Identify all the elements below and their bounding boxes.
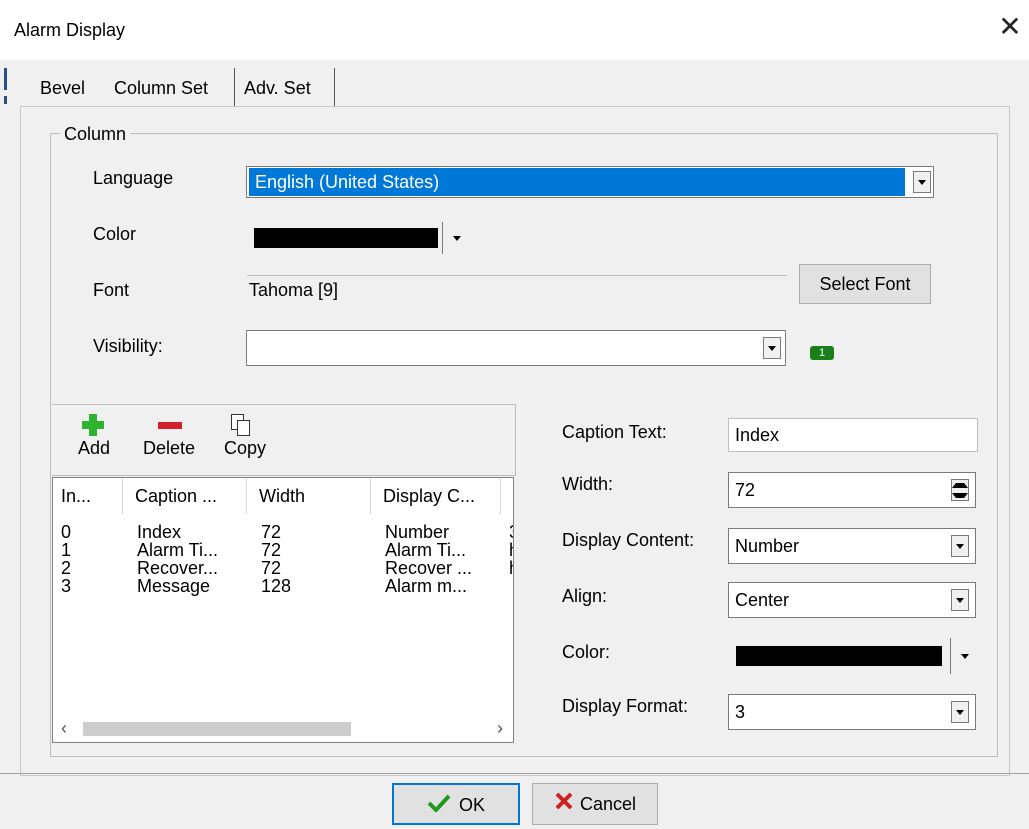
scroll-right-icon[interactable]: › (497, 718, 503, 739)
row-display-format: h (509, 541, 513, 559)
ok-label: OK (458, 795, 485, 815)
delete-label: Delete (142, 438, 196, 458)
check-icon (427, 786, 451, 826)
title-bar (0, 0, 1029, 60)
row-index: 0 (61, 522, 72, 542)
divider (950, 638, 951, 674)
tab-separator (234, 68, 235, 106)
column-header-display-content[interactable]: Display C... (375, 478, 501, 514)
row-width: 72 (261, 558, 282, 578)
visibility-select[interactable] (246, 330, 786, 366)
align-label: Align: (562, 586, 608, 606)
copy-icon (218, 412, 272, 438)
display-content-value: Number (735, 536, 800, 556)
row-width: 72 (261, 540, 282, 560)
divider (0, 773, 1029, 774)
chevron-down-icon[interactable] (956, 644, 974, 668)
display-format-label: Display Format: (562, 696, 689, 716)
display-content-label: Display Content: (562, 530, 695, 550)
column-header-display-format[interactable]: D (505, 478, 513, 514)
copy-label: Copy (223, 438, 267, 458)
add-label: Add (77, 438, 111, 458)
visibility-value (251, 333, 751, 363)
cancel-label: Cancel (579, 794, 637, 814)
spin-buttons[interactable] (951, 479, 969, 501)
copy-button[interactable]: Copy (218, 412, 272, 459)
color-picker[interactable] (246, 220, 468, 256)
caption-text-label: Caption Text: (562, 422, 667, 442)
caption-text-input[interactable]: Index (728, 418, 978, 452)
background-window-edge (0, 60, 12, 390)
chevron-down-icon[interactable] (951, 701, 969, 723)
cancel-button[interactable]: Cancel (532, 783, 658, 825)
tab-column-set[interactable]: Column Set (108, 70, 215, 106)
tab-adv-set[interactable]: Adv. Set (238, 70, 317, 106)
row-display-content: Alarm Ti... (385, 540, 467, 560)
row-caption: Message (137, 576, 211, 596)
scrollbar-thumb[interactable] (83, 722, 351, 736)
column-list[interactable]: In... Caption ... Width Display C... D 0… (52, 477, 514, 743)
row-caption: Recover... (137, 558, 219, 578)
width-label: Width: (562, 474, 614, 494)
row-caption: Index (137, 522, 182, 542)
chevron-down-icon[interactable] (951, 589, 969, 611)
row-display-content: Recover ... (385, 558, 473, 578)
horizontal-scrollbar[interactable]: ‹ › (53, 714, 513, 742)
minus-icon (134, 412, 204, 438)
color-property-label: Color: (562, 642, 611, 662)
language-select[interactable]: English (United States) (246, 166, 934, 198)
row-display-content: Alarm m... (385, 576, 468, 596)
column-header-caption[interactable]: Caption ... (127, 478, 247, 514)
chevron-up-icon[interactable] (952, 480, 968, 490)
row-index: 2 (61, 558, 72, 578)
align-select[interactable]: Center (728, 582, 976, 618)
chevron-down-icon[interactable] (763, 337, 781, 359)
window-title: Alarm Display (14, 20, 126, 40)
language-label: Language (93, 168, 174, 188)
x-icon (554, 785, 574, 825)
visibility-label: Visibility: (93, 336, 163, 356)
column-header-index[interactable]: In... (53, 478, 123, 514)
visibility-badge: 1 (810, 346, 834, 360)
chevron-down-icon[interactable] (913, 171, 931, 193)
ok-button[interactable]: OK (392, 783, 520, 825)
column-toolbar (52, 404, 516, 476)
font-label: Font (93, 280, 130, 300)
row-display-format: 3 (509, 523, 513, 541)
row-index: 3 (61, 576, 72, 596)
tab-bevel[interactable]: Bevel (34, 70, 91, 106)
add-button[interactable]: Add (70, 412, 118, 459)
width-value: 72 (735, 480, 756, 500)
display-format-value: 3 (735, 702, 746, 722)
table-row[interactable]: 3 Message 128 Alarm m... (53, 576, 513, 596)
divider (442, 222, 443, 254)
chevron-down-icon[interactable] (952, 490, 968, 500)
row-display-format: h (509, 559, 513, 577)
font-value: Tahoma [9] (247, 275, 787, 306)
row-width: 72 (261, 522, 282, 542)
display-format-select[interactable]: 3 (728, 694, 976, 730)
delete-button[interactable]: Delete (134, 412, 204, 459)
color-swatch (254, 228, 438, 248)
width-stepper[interactable]: 72 (728, 472, 976, 508)
plus-icon (70, 412, 118, 438)
row-display-content: Number (385, 522, 450, 542)
column-group-legend: Column (60, 124, 131, 145)
chevron-down-icon[interactable] (951, 535, 969, 557)
row-caption: Alarm Ti... (137, 540, 219, 560)
chevron-down-icon[interactable] (448, 226, 466, 250)
select-font-button[interactable]: Select Font (799, 264, 931, 304)
language-selected-value: English (United States) (249, 168, 905, 196)
display-content-select[interactable]: Number (728, 528, 976, 564)
scroll-left-icon[interactable]: ‹ (61, 718, 67, 739)
column-header-width[interactable]: Width (251, 478, 371, 514)
row-width: 128 (261, 576, 292, 596)
tab-separator (334, 68, 335, 106)
close-icon[interactable]: ✕ (995, 12, 1025, 42)
color-swatch (736, 646, 942, 666)
color-property-picker[interactable] (728, 636, 976, 676)
align-value: Center (735, 590, 790, 610)
row-index: 1 (61, 540, 72, 560)
color-label: Color (93, 224, 137, 244)
